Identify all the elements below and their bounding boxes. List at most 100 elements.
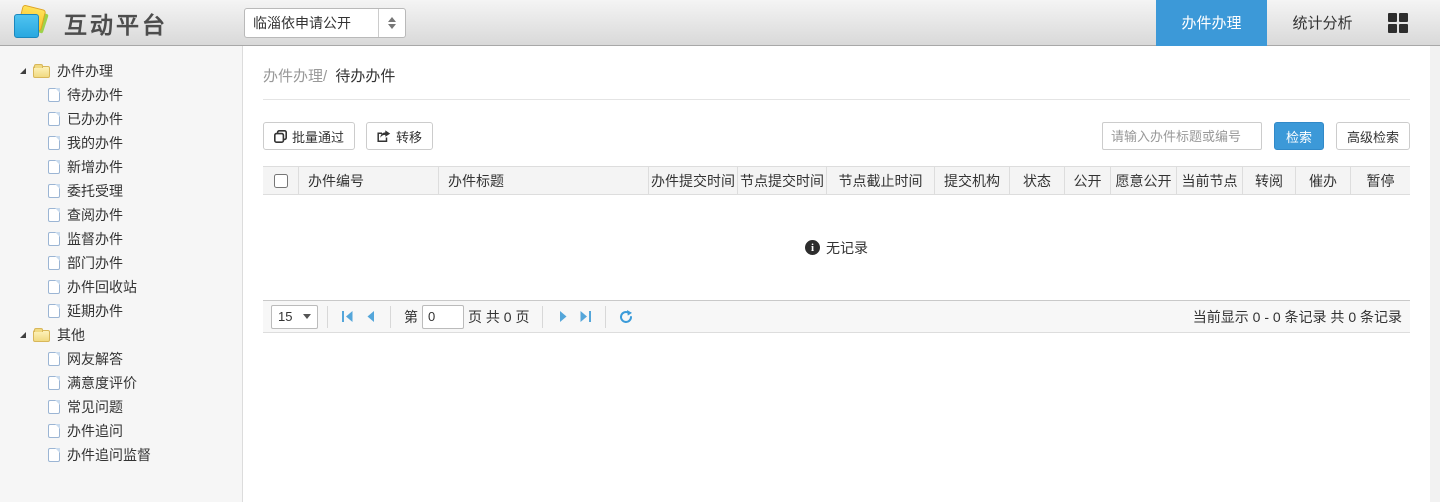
empty-state: i 无记录 xyxy=(263,195,1410,300)
search-input[interactable] xyxy=(1101,122,1262,150)
sidebar-item-label: 委托受理 xyxy=(67,183,123,199)
sidebar-item[interactable]: 监督办件 xyxy=(0,227,242,251)
sidebar-item[interactable]: 部门办件 xyxy=(0,251,242,275)
copy-stack-icon xyxy=(274,129,287,143)
chevron-down-icon xyxy=(303,314,311,319)
transfer-label: 转移 xyxy=(396,129,423,145)
sidebar-item[interactable]: 待办办件 xyxy=(0,83,242,107)
file-icon xyxy=(48,400,60,414)
tree-group-label: 办件办理 xyxy=(57,63,113,79)
column-header: 节点截止时间 xyxy=(826,167,934,194)
first-page-button[interactable] xyxy=(337,306,359,328)
transfer-button[interactable]: 转移 xyxy=(366,122,434,150)
page-size-select[interactable]: 15 xyxy=(271,304,318,329)
app-header: 互动平台 临淄依申请公开 办件办理 统计分析 xyxy=(0,0,1440,46)
column-header: 催办 xyxy=(1295,167,1350,194)
select-spinner-icon[interactable] xyxy=(378,8,405,37)
refresh-button[interactable] xyxy=(615,306,637,328)
tab-case-handling[interactable]: 办件办理 xyxy=(1156,0,1267,46)
tree-group-case-handling[interactable]: 办件办理 xyxy=(0,59,242,83)
file-icon xyxy=(48,304,60,318)
prev-page-button[interactable] xyxy=(359,306,381,328)
sidebar-item[interactable]: 办件回收站 xyxy=(0,275,242,299)
divider xyxy=(327,305,328,328)
breadcrumb-section: 办件办理/ xyxy=(263,68,328,85)
right-gutter xyxy=(1430,46,1440,502)
sidebar-item-label: 办件追问 xyxy=(67,423,123,439)
sidebar-item[interactable]: 委托受理 xyxy=(0,179,242,203)
sidebar-item-label: 延期办件 xyxy=(67,303,123,319)
tab-statistics[interactable]: 统计分析 xyxy=(1267,0,1378,46)
sidebar-item-label: 办件回收站 xyxy=(67,279,137,295)
sidebar-item-label: 网友解答 xyxy=(67,351,123,367)
file-icon xyxy=(48,184,60,198)
app-title: 互动平台 xyxy=(64,11,168,38)
next-page-button[interactable] xyxy=(552,306,574,328)
sidebar-item[interactable]: 满意度评价 xyxy=(0,371,242,395)
main-panel: 办件办理/ 待办办件 批量通过 转移 请输入办件标题或编号 检索 高级检索 办件… xyxy=(243,46,1430,502)
column-header: 愿意公开 xyxy=(1110,167,1176,194)
divider xyxy=(605,305,607,328)
file-icon xyxy=(48,424,60,438)
file-icon xyxy=(48,208,60,222)
sidebar-item[interactable]: 常见问题 xyxy=(0,395,242,419)
column-header: 节点提交时间 xyxy=(737,167,826,194)
table-header-row: 办件编号 办件标题 办件提交时间 节点提交时间 节点截止时间 提交机构 状态 公… xyxy=(263,166,1410,195)
sidebar-item-label: 满意度评价 xyxy=(67,375,137,391)
advanced-search-button[interactable]: 高级检索 xyxy=(1335,122,1410,150)
tree-group-label: 其他 xyxy=(57,327,85,343)
last-page-button[interactable] xyxy=(574,306,596,328)
sidebar-item-label: 待办办件 xyxy=(67,87,123,103)
sidebar-item[interactable]: 延期办件 xyxy=(0,299,242,323)
tree-items-other: 网友解答 满意度评价 常见问题 办件追问 办件追问监督 xyxy=(0,347,242,467)
column-header: 公开 xyxy=(1064,167,1110,194)
select-all-checkbox[interactable] xyxy=(273,173,288,188)
divider xyxy=(390,305,391,328)
file-icon xyxy=(48,136,60,150)
sidebar-item[interactable]: 查阅办件 xyxy=(0,203,242,227)
sidebar-item[interactable]: 办件追问 xyxy=(0,419,242,443)
file-icon xyxy=(48,376,60,390)
folder-icon xyxy=(33,327,50,342)
tree-items-case-handling: 待办办件 已办办件 我的办件 新增办件 委托受理 查阅办件 监督办件 部门办件 … xyxy=(0,83,242,323)
page-label-suffix: 页 共 0 页 xyxy=(468,308,530,325)
page-number-input[interactable] xyxy=(422,304,464,329)
sidebar-tree: 办件办理 待办办件 已办办件 我的办件 新增办件 委托受理 查阅办件 监督办件 … xyxy=(0,46,243,502)
column-header: 办件标题 xyxy=(438,167,648,194)
sidebar-item-label: 已办办件 xyxy=(67,111,123,127)
column-header: 转阅 xyxy=(1242,167,1295,194)
search-area: 检索 高级检索 xyxy=(1101,122,1410,150)
file-icon xyxy=(48,88,60,102)
column-header: 提交机构 xyxy=(934,167,1009,194)
site-select[interactable]: 临淄依申请公开 xyxy=(244,7,406,38)
file-icon xyxy=(48,280,60,294)
sidebar-item-label: 查阅办件 xyxy=(67,207,123,223)
sidebar-item-label: 常见问题 xyxy=(67,399,123,415)
folder-icon xyxy=(33,63,50,78)
apps-grid-icon[interactable] xyxy=(1388,12,1408,33)
batch-approve-button[interactable]: 批量通过 xyxy=(263,122,356,150)
file-icon xyxy=(48,352,60,366)
sidebar-item[interactable]: 我的办件 xyxy=(0,131,242,155)
sidebar-item-label: 我的办件 xyxy=(67,135,123,151)
record-summary: 当前显示 0 - 0 条记录 共 0 条记录 xyxy=(1192,308,1402,325)
tree-expand-icon[interactable] xyxy=(20,332,26,338)
sidebar-item[interactable]: 网友解答 xyxy=(0,347,242,371)
page-size-value: 15 xyxy=(278,309,293,324)
sidebar-item[interactable]: 办件追问监督 xyxy=(0,443,242,467)
search-button[interactable]: 检索 xyxy=(1273,122,1324,150)
divider xyxy=(542,305,544,328)
site-select-value: 临淄依申请公开 xyxy=(253,14,351,31)
sidebar-item[interactable]: 已办办件 xyxy=(0,107,242,131)
sidebar-item[interactable]: 新增办件 xyxy=(0,155,242,179)
tab-label: 统计分析 xyxy=(1292,15,1353,32)
column-header: 状态 xyxy=(1009,167,1064,194)
breadcrumb-current: 待办办件 xyxy=(335,68,396,85)
page-label-prefix: 第 xyxy=(404,308,418,325)
tree-group-other[interactable]: 其他 xyxy=(0,323,242,347)
tree-expand-icon[interactable] xyxy=(20,68,26,74)
header-tabs: 办件办理 统计分析 xyxy=(1156,0,1378,46)
file-icon xyxy=(48,256,60,270)
tab-label: 办件办理 xyxy=(1181,15,1242,32)
column-header: 办件提交时间 xyxy=(648,167,737,194)
